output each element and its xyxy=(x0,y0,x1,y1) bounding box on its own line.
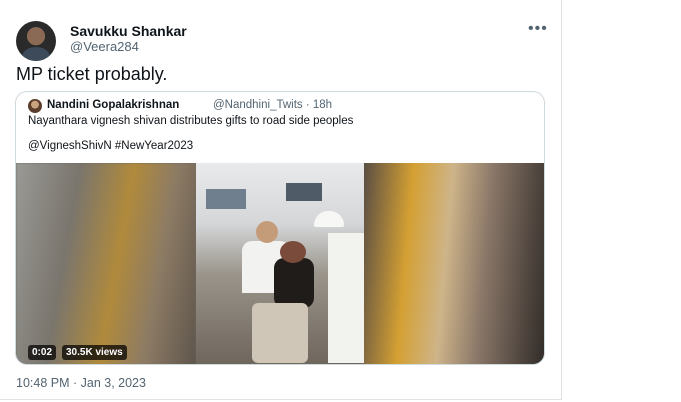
person-head xyxy=(256,221,278,243)
quoted-display-name: Nandini Gopalakrishnan xyxy=(47,99,180,111)
user-handle[interactable]: @Veera284 xyxy=(70,39,139,54)
quoted-tweet-text: Nayanthara vignesh shivan distributes gi… xyxy=(28,115,354,127)
person-figure xyxy=(274,258,314,308)
building-window xyxy=(206,189,246,209)
display-name[interactable]: Savukku Shankar xyxy=(70,23,187,39)
video-duration-badge: 0:02 xyxy=(28,345,57,360)
video-blur-right xyxy=(364,163,544,364)
building-window xyxy=(286,183,322,201)
quoted-user-avatar xyxy=(28,99,42,113)
quoted-tweet[interactable]: Nandini Gopalakrishnan @Nandhini_Twits ·… xyxy=(15,91,545,365)
person-figure xyxy=(328,233,364,363)
tweet-card[interactable]: Savukku Shankar @Veera284 ••• MP ticket … xyxy=(0,0,562,400)
tweet-timestamp[interactable]: 10:48 PM · Jan 3, 2023 xyxy=(16,376,146,390)
person-cap xyxy=(314,211,344,227)
user-avatar[interactable] xyxy=(16,21,56,61)
person-head xyxy=(280,241,306,263)
video-blur-left xyxy=(16,163,196,364)
tweet-text: MP ticket probably. xyxy=(16,64,168,84)
gift-bag xyxy=(252,303,308,363)
more-horizontal-icon[interactable]: ••• xyxy=(528,20,548,38)
video-views-badge: 30.5K views xyxy=(62,345,127,360)
quoted-tweet-hashtags: @VigneshShivN #NewYear2023 xyxy=(28,140,194,152)
quoted-handle-time: @Nandhini_Twits · 18h xyxy=(213,99,333,111)
video-frame xyxy=(196,163,364,364)
video-player[interactable]: 0:02 30.5K views xyxy=(16,163,544,364)
